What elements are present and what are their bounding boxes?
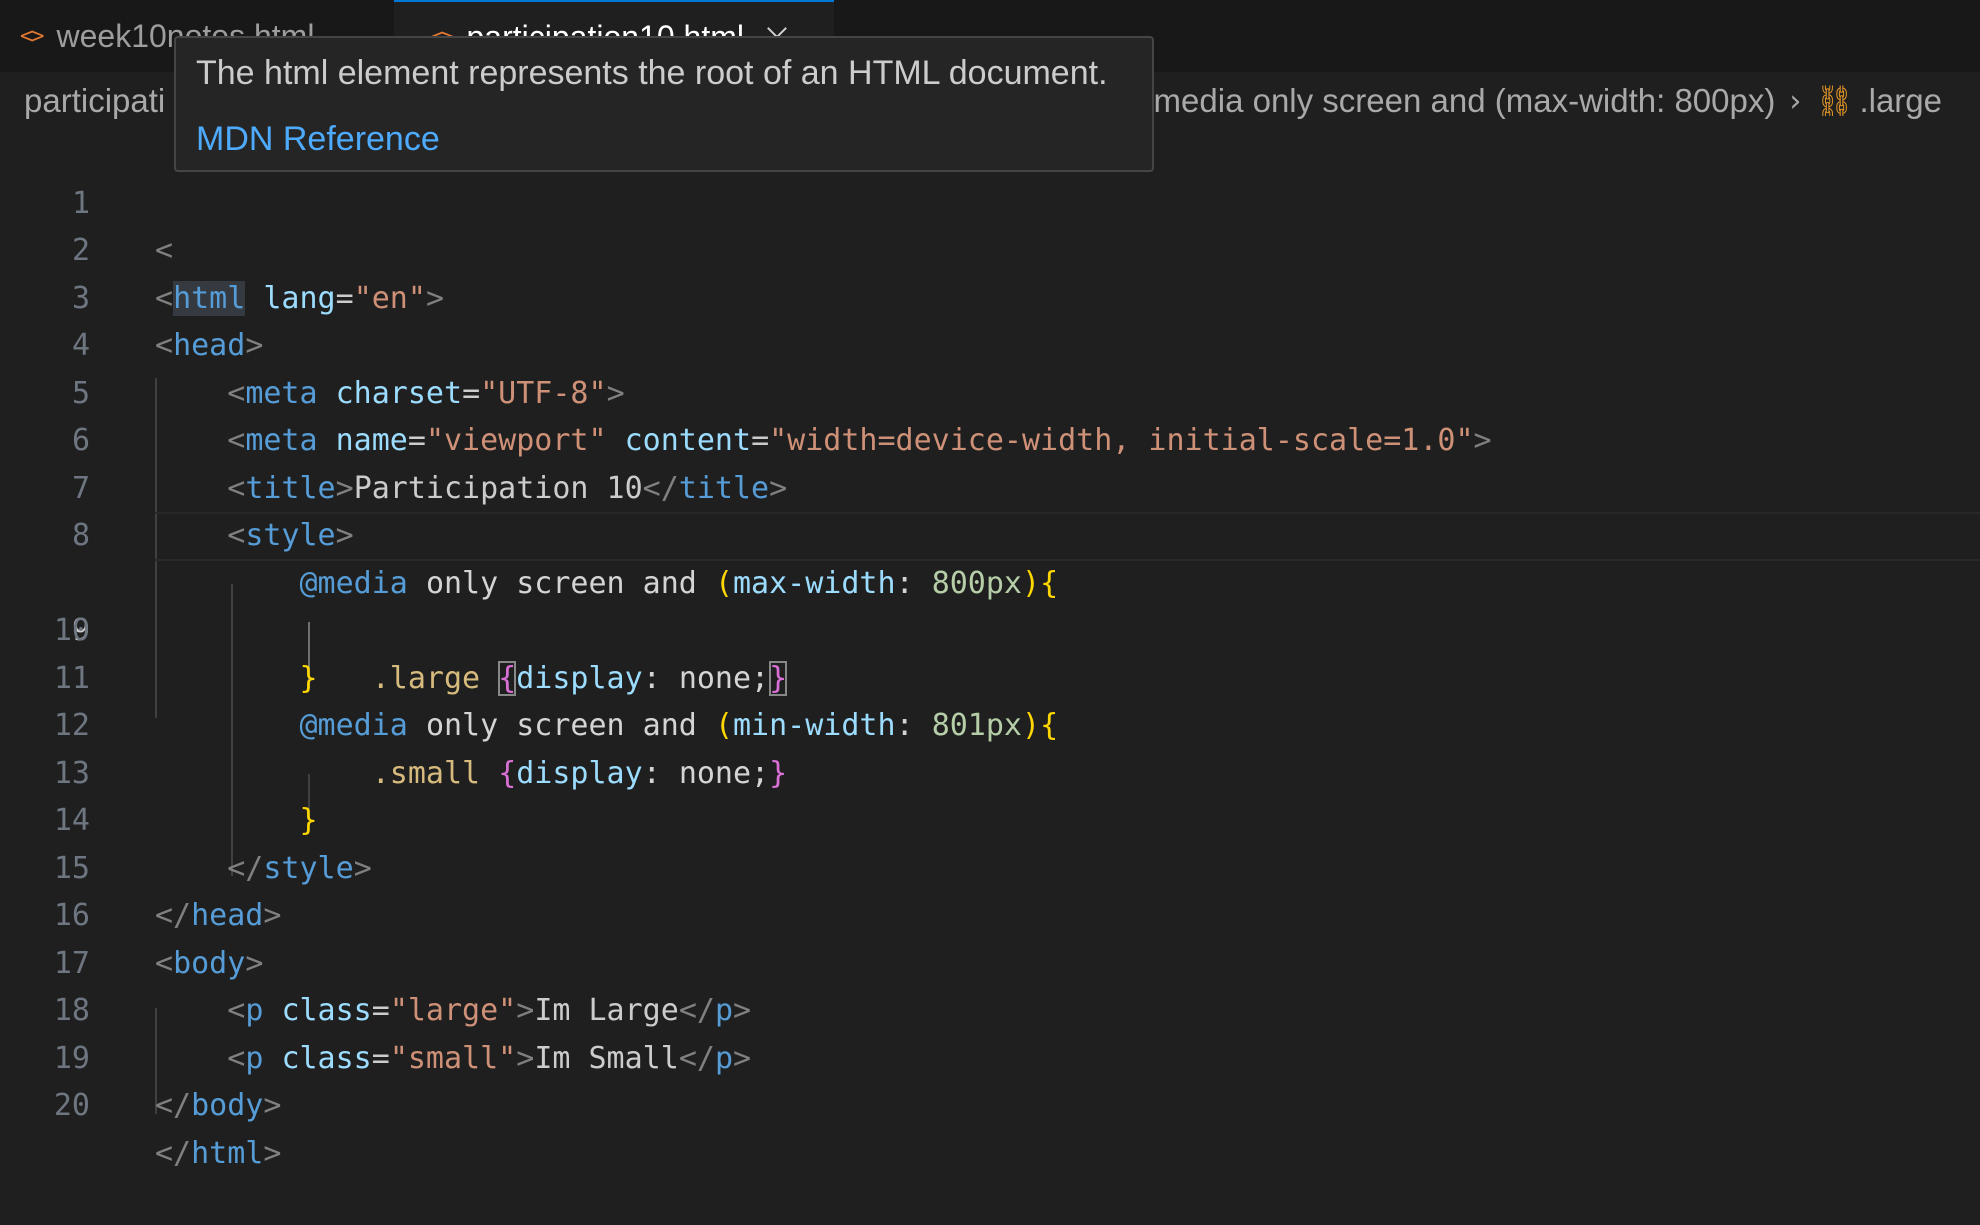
line-number: 20 xyxy=(53,1088,90,1123)
hover-description: The html element represents the root of … xyxy=(196,54,1108,92)
code-line: 5 <meta name="viewport" content="width=d… xyxy=(0,322,1980,459)
css-selector-icon: ⛓ xyxy=(1815,83,1854,119)
code-line: 17 <p class="large">Im Large</p> xyxy=(0,892,1980,1029)
line-code: </body> xyxy=(155,1088,282,1123)
hover-tooltip: The html element represents the root of … xyxy=(174,36,1154,172)
code-line: 15 </head> xyxy=(0,797,1980,934)
mdn-reference-link[interactable]: MDN Reference xyxy=(196,120,440,159)
code-line: 8 @media only screen and (max-width: 800… xyxy=(0,465,1980,601)
code-line: 4 <meta charset="UTF-8"> xyxy=(0,275,1980,411)
current-line-highlight xyxy=(155,512,1980,561)
code-line: 10 } xyxy=(0,560,1980,696)
code-line: 2 <html lang="en"> xyxy=(0,180,1980,316)
code-line: 12 .small {display: none;} xyxy=(0,655,1980,791)
breadcrumb-file[interactable]: participati xyxy=(24,82,165,120)
code-line: 20 </html> xyxy=(0,1035,1980,1171)
html-file-icon: <> xyxy=(20,23,44,49)
token: body xyxy=(191,1088,264,1123)
line-code: </html> xyxy=(155,1135,282,1171)
code-line: 6 <title>Participation 10</title> xyxy=(0,370,1980,506)
code-line-current: 9 .large {display: none;} xyxy=(0,512,1980,696)
code-line: 3 <head> xyxy=(0,227,1980,364)
code-line: 18 <p class="small">Im Small</p> xyxy=(0,940,1980,1076)
code-line: 14 </style> xyxy=(0,750,1980,886)
breadcrumb-media-query[interactable]: @media only screen and (max-width: 800px… xyxy=(1120,82,1775,120)
code-line: 16 <body> xyxy=(0,845,1980,981)
breadcrumb-symbols: @media only screen and (max-width: 800px… xyxy=(1120,82,1942,120)
code-line: 11 @media only screen and (min-width: 80… xyxy=(0,607,1980,744)
breadcrumb-selector[interactable]: .large xyxy=(1859,82,1942,120)
chevron-right-icon: › xyxy=(1789,83,1802,119)
code-line: 19 </body> xyxy=(0,987,1980,1124)
code-editor[interactable]: 1 < 2 <html lang="en"> 3 <head> 4 <meta … xyxy=(0,132,1980,1175)
code-line: 7 <style> xyxy=(0,417,1980,554)
token: html xyxy=(191,1135,264,1171)
code-line: 13 } xyxy=(0,702,1980,839)
